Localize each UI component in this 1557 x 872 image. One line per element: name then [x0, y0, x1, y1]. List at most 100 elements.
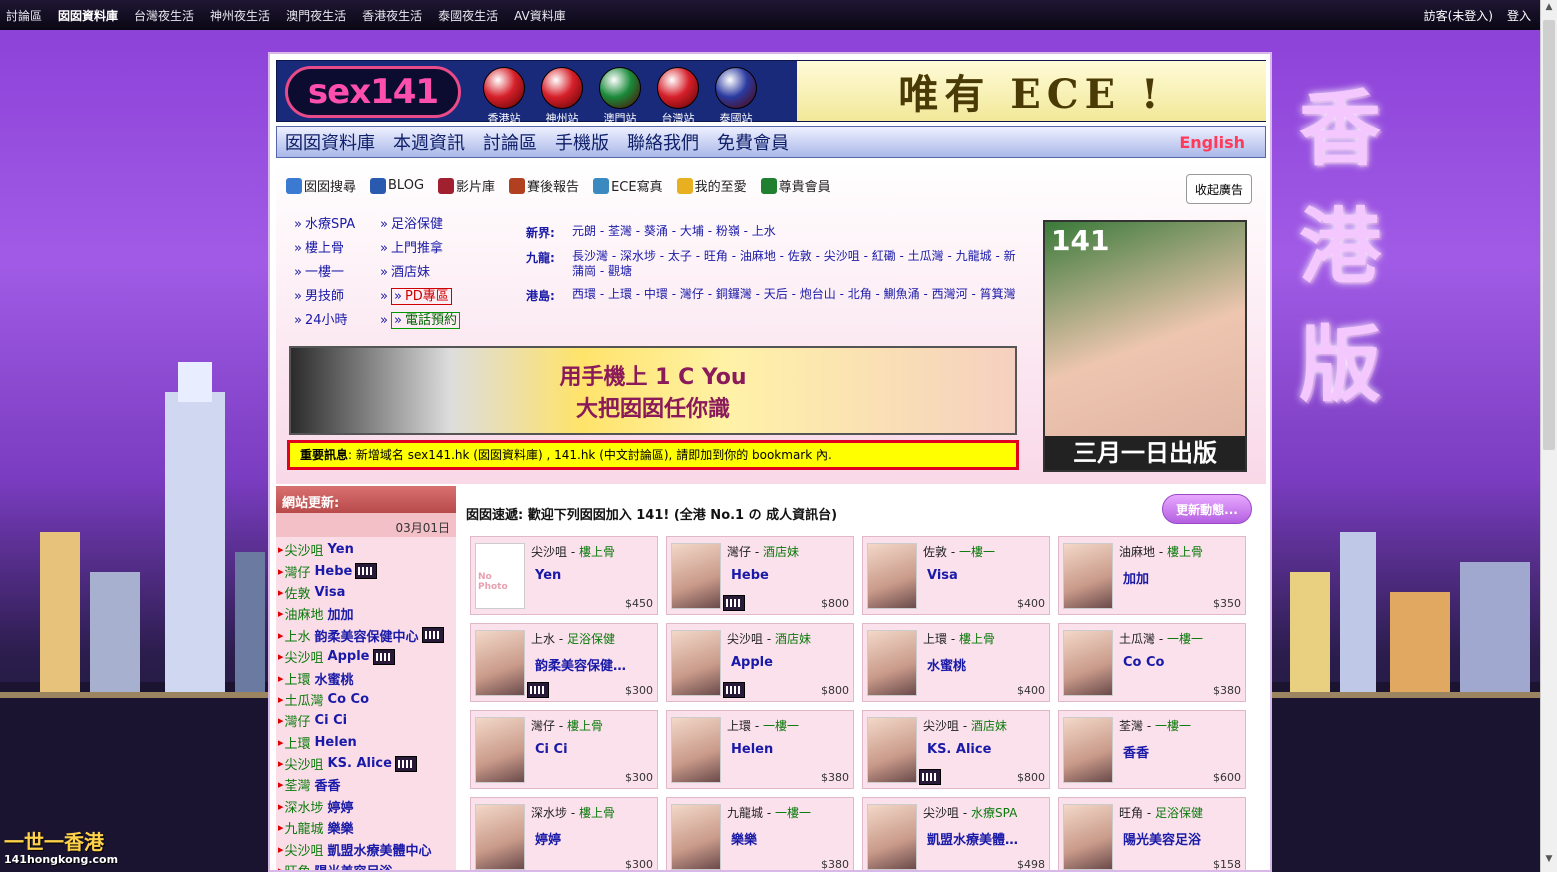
update-item[interactable]: 旺角陽光美容足浴 [278, 860, 456, 870]
girl-card[interactable]: 九龍城 - 一樓一 樂樂 $380 [666, 797, 854, 870]
girl-card[interactable]: 上環 - 一樓一 Helen $380 [666, 710, 854, 789]
update-item[interactable]: 深水埗婷婷 [278, 796, 456, 817]
toolbar-item-6[interactable]: 尊貴會員 [760, 176, 831, 195]
girl-name[interactable]: Helen [731, 742, 849, 757]
close-ad-button[interactable]: 收起廣告 [1186, 174, 1252, 204]
girl-card[interactable]: 旺角 - 足浴保健 陽光美容足浴 $158 [1058, 797, 1246, 870]
girl-photo[interactable] [1063, 804, 1113, 870]
cat-male-therapist[interactable]: 男技師 [294, 288, 380, 306]
toolbar-item-0[interactable]: 囡囡搜尋 [286, 176, 356, 195]
girl-name[interactable]: Visa [927, 568, 1045, 583]
girl-name[interactable]: Ci Ci [535, 742, 653, 757]
scroll-down-arrow-icon[interactable]: ▼ [1541, 854, 1557, 870]
girl-photo[interactable] [1063, 543, 1113, 609]
nav-mobile[interactable]: 手機版 [555, 129, 609, 155]
girl-name[interactable]: Co Co [1123, 655, 1241, 670]
girl-name[interactable]: 韵柔美容保健… [535, 655, 653, 674]
toolbar-item-1[interactable]: BLOG [370, 176, 424, 195]
girl-card[interactable]: 灣仔 - 酒店妹 Hebe $800 [666, 536, 854, 615]
update-item[interactable]: 土瓜灣Co Co [278, 689, 456, 710]
scroll-up-arrow-icon[interactable]: ▲ [1541, 2, 1557, 18]
top-nav-item-2[interactable]: 台灣夜生活 [134, 7, 194, 24]
girl-card[interactable]: 尖沙咀 - 水療SPA 凱盟水療美體… $498 [862, 797, 1050, 870]
cat-phone-booking[interactable]: 電話預約 [380, 312, 470, 330]
update-item[interactable]: 尖沙咀Yen [278, 539, 456, 560]
girl-name[interactable]: 加加 [1123, 568, 1241, 587]
video-icon[interactable] [527, 682, 549, 698]
nav-weekly-news[interactable]: 本週資訊 [393, 129, 465, 155]
girl-photo[interactable] [867, 630, 917, 696]
girl-photo[interactable] [671, 543, 721, 609]
girl-photo[interactable] [1063, 717, 1113, 783]
girl-photo[interactable] [475, 543, 525, 609]
update-item[interactable]: 灣仔Ci Ci [278, 710, 456, 731]
girl-name[interactable]: Apple [731, 655, 849, 670]
update-item[interactable]: 佐敦Visa [278, 582, 456, 603]
girl-card[interactable]: 尖沙咀 - 樓上骨 Yen $450 [470, 536, 658, 615]
nav-free-member[interactable]: 免費會員 [717, 129, 789, 155]
girl-card[interactable]: 尖沙咀 - 酒店妹 KS. Alice $800 [862, 710, 1050, 789]
girl-name[interactable]: 凱盟水療美體… [927, 829, 1045, 848]
girl-name[interactable]: 婷婷 [535, 829, 653, 848]
station-1[interactable]: 神州站 [535, 67, 589, 126]
nav-forum[interactable]: 討論區 [483, 129, 537, 155]
girl-photo[interactable] [475, 717, 525, 783]
video-icon[interactable] [723, 682, 745, 698]
update-item[interactable]: 上環水蜜桃 [278, 667, 456, 688]
region-district-links[interactable]: 長沙灣 - 深水埗 - 太子 - 旺角 - 油麻地 - 佐敦 - 尖沙咀 - 紅… [572, 249, 1026, 279]
girl-card[interactable]: 尖沙咀 - 酒店妹 Apple $800 [666, 623, 854, 702]
update-item[interactable]: 尖沙咀凱盟水療美體中心 [278, 838, 456, 859]
girl-name[interactable]: 樂樂 [731, 829, 849, 848]
toolbar-item-5[interactable]: 我的至愛 [676, 176, 747, 195]
girl-name[interactable]: Hebe [731, 568, 849, 583]
station-2[interactable]: 澳門站 [593, 67, 647, 126]
girl-photo[interactable] [475, 630, 525, 696]
update-item[interactable]: 灣仔Hebe [278, 560, 456, 581]
girl-photo[interactable] [475, 804, 525, 870]
update-item[interactable]: 上環Helen [278, 732, 456, 753]
update-news-button[interactable]: 更新動態... [1162, 494, 1252, 524]
video-icon[interactable] [919, 769, 941, 785]
toolbar-item-2[interactable]: 影片庫 [438, 176, 495, 195]
english-link[interactable]: English [1179, 133, 1245, 152]
update-item[interactable]: 上水韵柔美容保健中心 [278, 625, 456, 646]
login-link[interactable]: 登入 [1507, 7, 1531, 24]
top-nav-item-5[interactable]: 香港夜生活 [362, 7, 422, 24]
girl-photo[interactable] [671, 630, 721, 696]
cat-pd-zone[interactable]: PD專區 [380, 288, 470, 306]
girl-card[interactable]: 深水埗 - 樓上骨 婷婷 $300 [470, 797, 658, 870]
toolbar-item-3[interactable]: 賽後報告 [509, 176, 579, 195]
nav-contact-us[interactable]: 聯絡我們 [627, 129, 699, 155]
girl-name[interactable]: 香香 [1123, 742, 1241, 761]
girl-name[interactable]: Yen [535, 568, 653, 583]
station-0[interactable]: 香港站 [477, 67, 531, 126]
region-district-links[interactable]: 西環 - 上環 - 中環 - 灣仔 - 銅鑼灣 - 天后 - 炮台山 - 北角 … [572, 287, 1016, 304]
toolbar-item-4[interactable]: ECE寫真 [593, 176, 663, 195]
girl-card[interactable]: 油麻地 - 樓上骨 加加 $350 [1058, 536, 1246, 615]
cat-spa[interactable]: 水療SPA [294, 216, 380, 234]
girl-name[interactable]: KS. Alice [927, 742, 1045, 757]
top-nav-item-3[interactable]: 神州夜生活 [210, 7, 270, 24]
cat-home-massage[interactable]: 上門推拿 [380, 240, 470, 258]
girl-photo[interactable] [867, 543, 917, 609]
girl-card[interactable]: 灣仔 - 樓上骨 Ci Ci $300 [470, 710, 658, 789]
ece-ad-banner[interactable]: 唯有 ECE ! [797, 61, 1266, 121]
top-nav-item-6[interactable]: 泰國夜生活 [438, 7, 498, 24]
girl-photo[interactable] [1063, 630, 1113, 696]
girl-name[interactable]: 陽光美容足浴 [1123, 829, 1241, 848]
girl-card[interactable]: 上環 - 樓上骨 水蜜桃 $400 [862, 623, 1050, 702]
girl-photo[interactable] [867, 804, 917, 870]
station-4[interactable]: 泰國站 [709, 67, 763, 126]
magazine-cover[interactable]: 141 三月一日出版 [1043, 220, 1247, 472]
nav-girls-database[interactable]: 囡囡資料庫 [285, 129, 375, 155]
cat-upstairs[interactable]: 樓上骨 [294, 240, 380, 258]
mobile-ad-banner[interactable]: 用手機上 1 C You 大把囡囡任你識 [289, 346, 1017, 435]
update-item[interactable]: 尖沙咀KS. Alice [278, 753, 456, 774]
girl-card[interactable]: 土瓜灣 - 一樓一 Co Co $380 [1058, 623, 1246, 702]
update-item[interactable]: 油麻地加加 [278, 603, 456, 624]
girl-photo[interactable] [671, 717, 721, 783]
girl-card[interactable]: 佐敦 - 一樓一 Visa $400 [862, 536, 1050, 615]
top-nav-item-7[interactable]: AV資料庫 [514, 7, 566, 24]
scrollbar-thumb[interactable] [1543, 20, 1555, 450]
top-nav-item-0[interactable]: 討論區 [6, 7, 42, 24]
